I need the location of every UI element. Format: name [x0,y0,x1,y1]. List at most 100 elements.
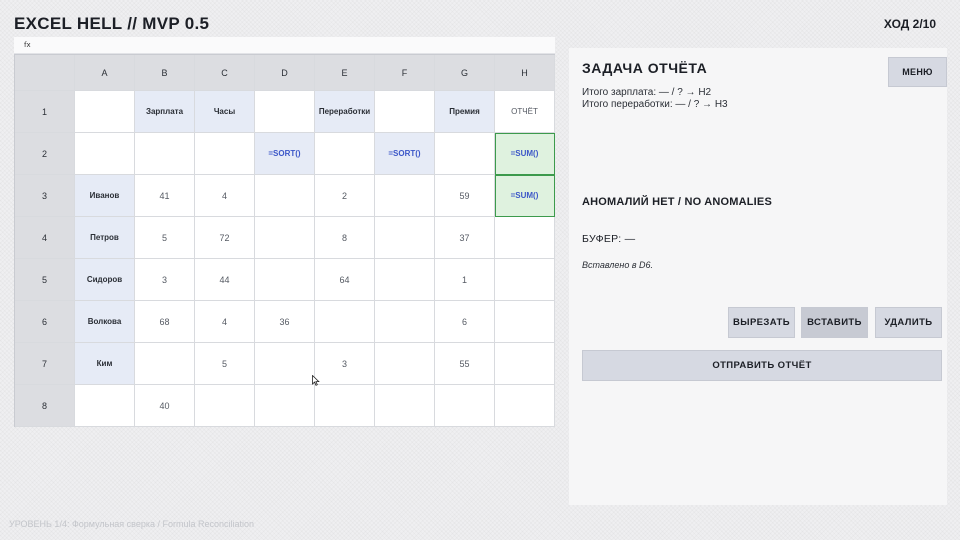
cell-d2[interactable]: =SORT() [255,133,315,175]
mouse-cursor-icon [312,375,320,386]
cell-c5[interactable]: 44 [195,259,255,301]
cell-g4[interactable]: 37 [435,217,495,259]
cell-h1[interactable]: ОТЧЁТ [495,91,555,133]
cell-e2[interactable] [315,133,375,175]
cell-f1[interactable] [375,91,435,133]
cell-g2[interactable] [435,133,495,175]
task-line-salary: Итого зарплата: — / ? → H2 [582,87,712,98]
cell-a4[interactable]: Петров [75,217,135,259]
cell-g6[interactable]: 6 [435,301,495,343]
cell-b2[interactable] [135,133,195,175]
cell-b4[interactable]: 5 [135,217,195,259]
cell-f2[interactable]: =SORT() [375,133,435,175]
cell-b5[interactable]: 3 [135,259,195,301]
cell-g7[interactable]: 55 [435,343,495,385]
cell-d1[interactable] [255,91,315,133]
cell-f8[interactable] [375,385,435,427]
row-header-7[interactable]: 7 [15,343,75,385]
cell-e4[interactable]: 8 [315,217,375,259]
cell-a5[interactable]: Сидоров [75,259,135,301]
column-header-d[interactable]: D [255,55,315,91]
formula-bar[interactable]: fx [14,37,555,54]
row-header-4[interactable]: 4 [15,217,75,259]
cell-h4[interactable] [495,217,555,259]
cell-c7[interactable]: 5 [195,343,255,385]
select-all-corner[interactable] [15,55,75,91]
cell-c6[interactable]: 4 [195,301,255,343]
cell-h8[interactable] [495,385,555,427]
row-header-5[interactable]: 5 [15,259,75,301]
column-header-h[interactable]: H [495,55,555,91]
task-line-overtime: Итого переработки: — / ? → H3 [582,99,728,110]
cell-b8[interactable]: 40 [135,385,195,427]
cell-e7[interactable]: 3 [315,343,375,385]
submit-report-button[interactable]: ОТПРАВИТЬ ОТЧЁТ [582,350,942,381]
cell-d5[interactable] [255,259,315,301]
row-header-2[interactable]: 2 [15,133,75,175]
cell-h7[interactable] [495,343,555,385]
cell-d8[interactable] [255,385,315,427]
report-panel: ЗАДАЧА ОТЧЁТА Итого зарплата: — / ? → H2… [569,48,947,505]
column-header-e[interactable]: E [315,55,375,91]
panel-title: ЗАДАЧА ОТЧЁТА [582,60,708,76]
row-header-1[interactable]: 1 [15,91,75,133]
action-log: Вставлено в D6. [582,260,654,270]
cell-a6[interactable]: Волкова [75,301,135,343]
cell-g5[interactable]: 1 [435,259,495,301]
cell-g8[interactable] [435,385,495,427]
cell-e3[interactable]: 2 [315,175,375,217]
cut-button[interactable]: ВЫРЕЗАТЬ [728,307,795,338]
cell-e5[interactable]: 64 [315,259,375,301]
cell-a3[interactable]: Иванов [75,175,135,217]
cell-f6[interactable] [375,301,435,343]
cell-h3[interactable]: =SUM() [495,175,555,217]
row-header-3[interactable]: 3 [15,175,75,217]
app-title: EXCEL HELL // MVP 0.5 [14,14,210,33]
cell-c1[interactable]: Часы [195,91,255,133]
cell-f7[interactable] [375,343,435,385]
cell-e8[interactable] [315,385,375,427]
buffer-status: БУФЕР: — [582,233,636,245]
paste-button[interactable]: ВСТАВИТЬ [801,307,868,338]
cell-e1[interactable]: Переработки [315,91,375,133]
cell-b6[interactable]: 68 [135,301,195,343]
cell-a8[interactable] [75,385,135,427]
cell-c3[interactable]: 4 [195,175,255,217]
column-header-b[interactable]: B [135,55,195,91]
column-header-a[interactable]: A [75,55,135,91]
cell-h5[interactable] [495,259,555,301]
cell-d4[interactable] [255,217,315,259]
cell-a2[interactable] [75,133,135,175]
cell-b7[interactable] [135,343,195,385]
cell-c4[interactable]: 72 [195,217,255,259]
cell-f4[interactable] [375,217,435,259]
cell-d6[interactable]: 36 [255,301,315,343]
delete-button[interactable]: УДАЛИТЬ [875,307,942,338]
spreadsheet-grid: A B C D E F G H 1 Зарплата Часы Переработки Премия ОТ… [14,54,555,427]
cell-g3[interactable]: 59 [435,175,495,217]
cell-c2[interactable] [195,133,255,175]
anomaly-status: АНОМАЛИЙ НЕТ / NO ANOMALIES [582,196,772,208]
row-header-6[interactable]: 6 [15,301,75,343]
cell-d7[interactable] [255,343,315,385]
column-header-g[interactable]: G [435,55,495,91]
cell-a7[interactable]: Ким [75,343,135,385]
cell-e6[interactable] [315,301,375,343]
row-header-8[interactable]: 8 [15,385,75,427]
column-header-f[interactable]: F [375,55,435,91]
cell-f5[interactable] [375,259,435,301]
fx-label: fx [24,41,31,49]
cell-h2[interactable]: =SUM() [495,133,555,175]
level-footer: УРОВЕНЬ 1/4: Формульная сверка / Formula… [9,519,255,529]
cell-h6[interactable] [495,301,555,343]
turn-counter: ХОД 2/10 [883,17,936,31]
menu-button[interactable]: МЕНЮ [888,57,947,87]
cell-b3[interactable]: 41 [135,175,195,217]
cell-b1[interactable]: Зарплата [135,91,195,133]
cell-f3[interactable] [375,175,435,217]
cell-g1[interactable]: Премия [435,91,495,133]
cell-d3[interactable] [255,175,315,217]
cell-c8[interactable] [195,385,255,427]
column-header-c[interactable]: C [195,55,255,91]
cell-a1[interactable] [75,91,135,133]
